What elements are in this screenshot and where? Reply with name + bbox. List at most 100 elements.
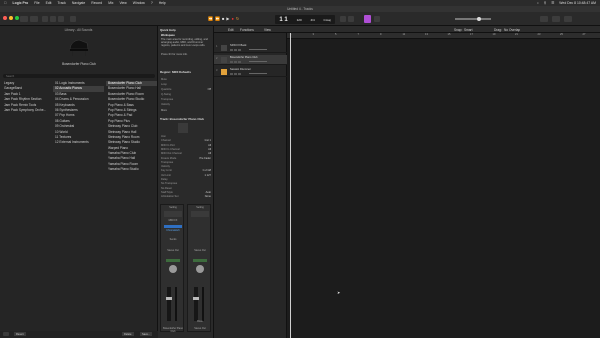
menu-record[interactable]: Record	[91, 1, 102, 5]
strip-fader-cap[interactable]	[166, 297, 172, 300]
menu-window[interactable]: Window	[133, 1, 145, 5]
track-property-row[interactable]: Articulation Set None	[161, 195, 211, 198]
region-property-value[interactable]: Off	[208, 88, 211, 91]
loop-browser-button[interactable]	[552, 16, 560, 22]
out-strip-pan-knob[interactable]	[196, 265, 204, 273]
library-search-input[interactable]: Search	[3, 74, 155, 78]
track-volume-slider[interactable]	[249, 49, 267, 50]
track-solo-button[interactable]	[234, 72, 237, 75]
master-volume-thumb[interactable]	[477, 16, 481, 21]
library-col3-item[interactable]: Yamaha Piano Studio	[106, 167, 157, 172]
search-icon[interactable]: ⚲	[544, 1, 546, 5]
revert-button[interactable]: Revert	[14, 332, 26, 336]
out-strip-bounce[interactable]: Bnce	[188, 320, 212, 323]
track-record-enable-button[interactable]	[238, 48, 241, 51]
track-name[interactable]: Bosendorfer Piano Club	[230, 56, 258, 59]
track-name[interactable]: Session Drummer	[230, 68, 251, 71]
track-property-value[interactable]: Inst 1	[205, 139, 211, 142]
strip-setting-button[interactable]: Setting	[161, 206, 185, 209]
save-button[interactable]: Save...	[140, 332, 153, 336]
track-volume-slider[interactable]	[249, 61, 267, 62]
close-window-button[interactable]	[3, 16, 7, 20]
delete-button[interactable]: Delete	[122, 332, 134, 336]
apple-icon[interactable]: 	[4, 1, 7, 5]
track-property-row[interactable]: Delay	[161, 178, 211, 181]
menu-clock[interactable]: Wed Dec 8 10:48:47 AM	[559, 1, 596, 5]
stop-icon[interactable]: ■	[222, 16, 224, 21]
rewind-icon[interactable]: ⏪	[208, 16, 213, 21]
library-button[interactable]	[20, 16, 28, 22]
tuner-button[interactable]	[340, 16, 346, 22]
solo-button[interactable]	[348, 16, 354, 22]
strip-audio-fx-slot[interactable]: ChromaVerb	[161, 229, 185, 232]
menu-view[interactable]: View	[119, 1, 126, 5]
more-toggle[interactable]: More	[161, 109, 167, 112]
track-property-row[interactable]: Icon	[161, 135, 211, 138]
smart-controls-button[interactable]	[50, 16, 56, 22]
track-property-row[interactable]: No Transpose	[161, 182, 211, 185]
menu-navigate[interactable]: Navigate	[72, 1, 85, 5]
functions-menu[interactable]: Functions	[240, 28, 254, 32]
view-menu[interactable]: View	[264, 28, 271, 32]
strip-output-button[interactable]: Stereo Out	[161, 249, 185, 252]
region-property-row[interactable]: Q-Swing	[161, 93, 211, 96]
master-volume-slider[interactable]	[455, 16, 491, 21]
library-settings-icon[interactable]	[3, 332, 9, 336]
track-property-row[interactable]: Transpose	[161, 161, 211, 164]
track-property-row[interactable]: Vel Limit 1 127	[161, 174, 211, 177]
editors-button[interactable]	[70, 16, 76, 22]
minimize-window-button[interactable]	[9, 16, 13, 20]
toolbar-button[interactable]	[42, 16, 48, 22]
menu-mix[interactable]: Mix	[108, 1, 113, 5]
wifi-icon[interactable]: ○	[537, 1, 539, 5]
menu-file[interactable]: File	[34, 1, 39, 5]
inspector-button[interactable]	[30, 16, 38, 22]
play-icon[interactable]: ▶	[226, 16, 229, 21]
region-property-row[interactable]: Velocity	[161, 103, 211, 106]
quickhelp-title[interactable]: Quick Help	[160, 28, 176, 32]
out-strip-fader-cap[interactable]	[193, 297, 199, 300]
region-property-row[interactable]: Transpose	[161, 98, 211, 101]
region-property-row[interactable]: Mute	[161, 78, 211, 81]
track-property-row[interactable]: MIDI In Channel All	[161, 148, 211, 151]
strip-midi-fx-slot[interactable]: MIDI FX	[161, 219, 185, 222]
forward-icon[interactable]: ⏩	[215, 16, 220, 21]
menu-help[interactable]: Help	[159, 1, 166, 5]
mixer-button[interactable]	[58, 16, 64, 22]
track-property-row[interactable]: No Reset	[161, 187, 211, 190]
track-name[interactable]: SFW FX Bank	[230, 44, 246, 47]
out-strip-output[interactable]: Stereo Out	[188, 249, 212, 252]
strip-volume-fader[interactable]	[166, 287, 172, 321]
browser-button[interactable]	[564, 16, 572, 22]
track-mute-button[interactable]	[230, 72, 233, 75]
track-solo-button[interactable]	[234, 60, 237, 63]
track-section-title[interactable]: Track: Bosendorfer Piano Club	[160, 117, 204, 121]
track-property-row[interactable]: Velocity	[161, 165, 211, 168]
track-property-row[interactable]: MIDI Out Channel All	[161, 152, 211, 155]
strip-read-button[interactable]	[166, 259, 180, 262]
region-section-title[interactable]: Region: MIDI Defaults	[160, 70, 191, 74]
menu-unknown[interactable]: ?	[151, 1, 153, 5]
edit-menu[interactable]: Edit	[228, 28, 234, 32]
track-property-value[interactable]: Pre Fader	[199, 157, 211, 160]
out-strip-eq-display[interactable]	[191, 211, 209, 217]
region-property-row[interactable]: Loop	[161, 83, 211, 86]
record-icon[interactable]: ●	[231, 16, 233, 21]
track-header[interactable]: 2 Bosendorfer Piano Club	[214, 55, 287, 65]
track-icon[interactable]	[178, 123, 188, 133]
track-property-value[interactable]: All	[208, 144, 211, 147]
track-property-value[interactable]: 1 127	[205, 174, 212, 177]
track-property-row[interactable]: Staff Style Auto	[161, 191, 211, 194]
track-record-enable-button[interactable]	[238, 60, 241, 63]
drag-select[interactable]: No Overlap	[504, 28, 520, 32]
track-property-value[interactable]: C-2 G8	[203, 169, 211, 172]
strip-eq-display[interactable]	[164, 211, 182, 217]
track-property-value[interactable]: None	[205, 195, 211, 198]
menu-edit[interactable]: Edit	[46, 1, 52, 5]
out-strip-read-button[interactable]	[193, 259, 207, 262]
track-property-row[interactable]: Freeze Mode Pre Fader	[161, 157, 211, 160]
metronome-button[interactable]	[364, 15, 371, 23]
track-property-value[interactable]: All	[208, 148, 211, 151]
menu-app[interactable]: Logic Pro	[13, 1, 29, 5]
menu-track[interactable]: Track	[58, 1, 66, 5]
